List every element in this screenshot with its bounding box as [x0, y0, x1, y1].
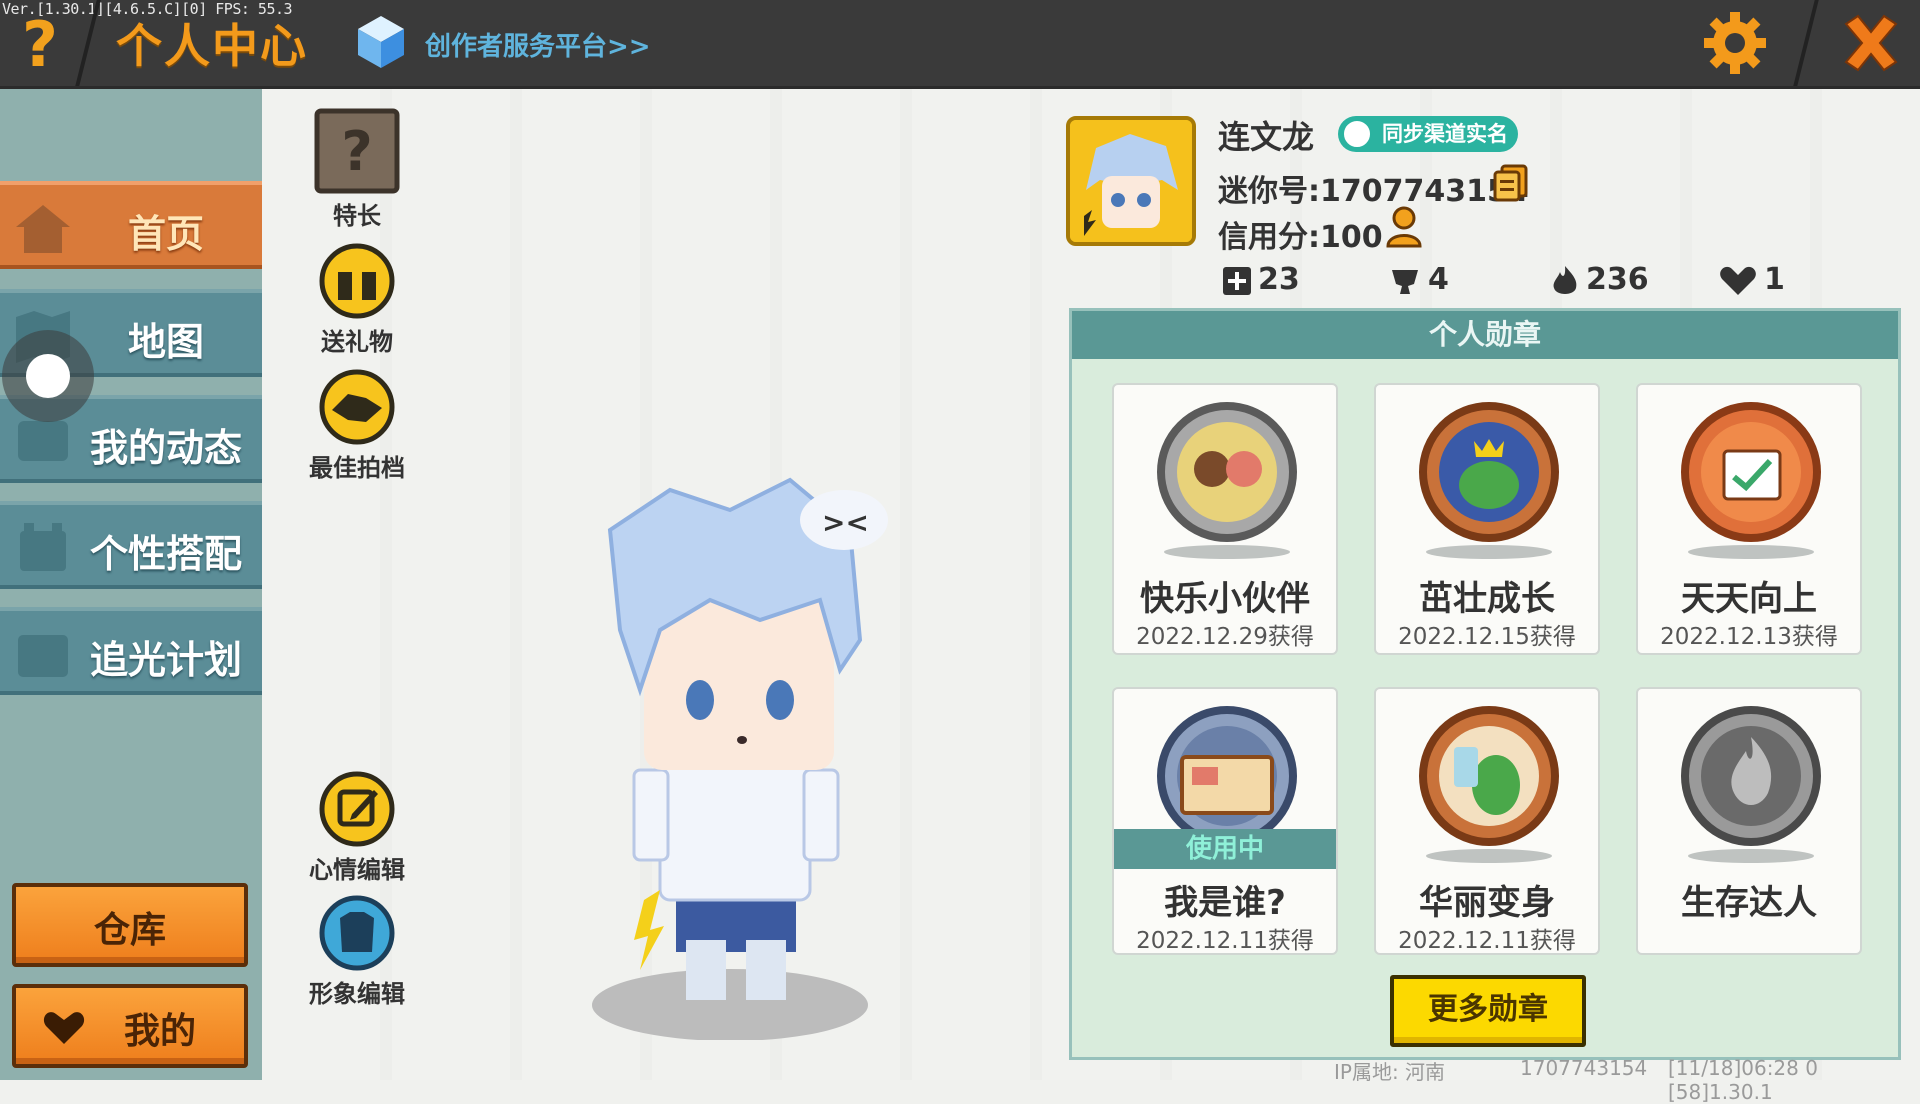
stat-value: 236 [1586, 262, 1649, 297]
avatar[interactable] [1066, 116, 1196, 246]
stat-hot: 236 [1550, 262, 1649, 298]
sidebar-item-home[interactable]: 首页 [0, 181, 262, 269]
action-label: 送礼物 [321, 328, 393, 356]
flame-icon [1553, 265, 1577, 294]
action-label: 最佳拍档 [309, 454, 405, 482]
question-box-icon: ? [314, 108, 400, 194]
medal-shadow [1426, 849, 1552, 863]
realname-badge-label: 同步渠道实名 [1382, 122, 1508, 146]
creator-platform-link[interactable]: 创作者服务平台>> [425, 26, 651, 63]
specialty-action[interactable]: ? 特长 [302, 108, 412, 231]
medal-date: 2022.12.11获得 [1398, 928, 1576, 954]
credit-score: 信用分:100 [1218, 220, 1383, 255]
warehouse-label: 仓库 [93, 910, 166, 951]
medal-card[interactable]: 茁壮成长 2022.12.15获得 [1374, 383, 1600, 655]
stat-value: 4 [1428, 262, 1449, 297]
medal-shadow [1164, 545, 1290, 559]
daily-progress-medal-icon [1681, 402, 1821, 542]
ip-location: IP属地: 河南 [1334, 1060, 1446, 1084]
medal-card[interactable]: 生存达人 [1636, 687, 1862, 955]
medal-shadow [1426, 545, 1552, 559]
action-label: 心情编辑 [309, 856, 405, 884]
handshake-icon [319, 369, 395, 445]
realname-badge[interactable]: 同步渠道实名 [1338, 116, 1518, 152]
home-icon [16, 205, 70, 253]
medal-card[interactable]: 天天向上 2022.12.13获得 [1636, 383, 1862, 655]
sidebar-item-plan[interactable]: 追光计划 [0, 607, 262, 695]
outfit-icon [20, 523, 66, 571]
stat-value: 23 [1258, 262, 1300, 297]
warehouse-button[interactable]: 仓库 [12, 883, 248, 967]
mini-id: 迷你号:1707743154 [1218, 174, 1529, 209]
sidebar-item-label: 追光计划 [89, 638, 242, 682]
plan-icon [18, 635, 68, 677]
medal-name: 生存达人 [1681, 883, 1817, 923]
gear-icon[interactable] [1702, 10, 1768, 76]
trophy-icon [1392, 269, 1418, 294]
svg-text:?: ? [341, 120, 372, 183]
medal-panel: 个人勋章 快乐小伙伴 2022.12.29获得 茁壮成长 2022.12.15获… [1069, 308, 1901, 1060]
medal-date: 2022.12.11获得 [1136, 928, 1314, 954]
sidebar-item-label: 地图 [127, 320, 204, 364]
footer-info: [11/18]06:28 0 [58]1.30.1 [1668, 1056, 1818, 1104]
player-character: >< [592, 477, 888, 1040]
medal-shadow [1688, 545, 1814, 559]
more-medals-button[interactable]: 更多勋章 [1390, 975, 1586, 1047]
happy-partner-medal-icon [1157, 402, 1297, 542]
footer-id: 1707743154 [1520, 1056, 1648, 1080]
sidebar-item-label: 首页 [127, 212, 204, 256]
mine-button[interactable]: 我的 [12, 984, 248, 1068]
mood-edit-action[interactable]: 心情编辑 [302, 770, 412, 885]
medal-name: 天天向上 [1681, 579, 1817, 619]
action-label: 特长 [333, 202, 381, 230]
send-gift-action[interactable]: 送礼物 [302, 242, 412, 357]
best-partner-action[interactable]: 最佳拍档 [302, 368, 412, 483]
credit-user-icon[interactable] [1384, 206, 1428, 248]
medal-name: 快乐小伙伴 [1140, 579, 1310, 619]
medal-date: 2022.12.29获得 [1136, 624, 1314, 650]
stat-value: 1 [1764, 262, 1785, 297]
divider [1793, 0, 1819, 86]
action-label: 形象编辑 [309, 980, 405, 1008]
stat-hearts: 1 [1718, 262, 1785, 297]
outfit-edit-icon [319, 895, 395, 971]
avatar-image [1070, 120, 1192, 242]
help-icon[interactable]: ? [10, 10, 70, 80]
page-title: 个人中心 [116, 19, 308, 73]
sidebar: 首页 地图 我的动态 个性搭配 追光计划 仓库 我的 [0, 89, 262, 1080]
medal-card[interactable]: 华丽变身 2022.12.11获得 [1374, 687, 1600, 955]
top-bar: Ver.[1.30.1][4.6.5.C][0] FPS: 55.3 ? 个人中… [0, 0, 1920, 89]
appearance-edit-action[interactable]: 形象编辑 [302, 894, 412, 1009]
medal-date: 2022.12.15获得 [1398, 624, 1576, 650]
sidebar-item-outfit[interactable]: 个性搭配 [0, 501, 262, 589]
survival-master-medal-icon [1681, 706, 1821, 846]
medal-card[interactable]: 快乐小伙伴 2022.12.29获得 [1112, 383, 1338, 655]
mine-label: 我的 [123, 1011, 196, 1052]
gift-icon [319, 243, 395, 319]
medal-date: 2022.12.13获得 [1660, 624, 1838, 650]
plus-icon [1223, 266, 1251, 295]
creator-cube-icon[interactable] [356, 14, 406, 70]
heart-icon [1720, 266, 1756, 295]
gorgeous-transform-medal-icon [1419, 706, 1559, 846]
sidebar-item-label: 个性搭配 [89, 532, 242, 576]
medal-shadow [1688, 849, 1814, 863]
medal-name: 华丽变身 [1419, 883, 1555, 923]
in-use-badge: 使用中 [1114, 829, 1336, 869]
medal-name: 我是谁? [1164, 883, 1286, 923]
medal-panel-title: 个人勋章 [1072, 311, 1898, 359]
edit-icon [319, 771, 395, 847]
user-verified-icon [1342, 119, 1372, 149]
copy-icon[interactable] [1492, 164, 1530, 202]
touch-indicator [2, 330, 94, 422]
sidebar-item-label: 我的动态 [89, 426, 242, 470]
thrive-growth-medal-icon [1419, 402, 1559, 542]
close-icon[interactable] [1838, 10, 1904, 76]
stat-likes: 23 [1222, 262, 1300, 297]
medal-name: 茁壮成长 [1419, 579, 1555, 619]
user-name: 连文龙 [1218, 118, 1315, 156]
medal-card[interactable]: 使用中 我是谁? 2022.12.11获得 [1112, 687, 1338, 955]
svg-text:><: >< [822, 506, 869, 539]
stat-trophy: 4 [1388, 262, 1449, 297]
